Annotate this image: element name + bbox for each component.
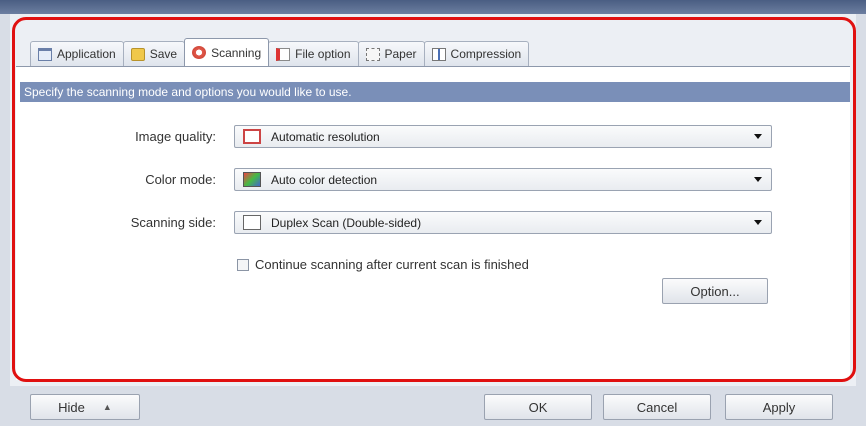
hide-button[interactable]: Hide ▲ — [30, 394, 140, 420]
tab-save[interactable]: Save — [122, 41, 186, 66]
title-bar — [0, 0, 866, 14]
hide-button-label: Hide — [58, 399, 85, 415]
scanning-side-select[interactable]: Duplex Scan (Double-sided) — [234, 211, 772, 234]
continue-scanning-checkbox[interactable] — [237, 258, 249, 271]
image-quality-select[interactable]: Automatic resolution — [234, 125, 772, 148]
continue-scanning-row[interactable]: Continue scanning after current scan is … — [237, 257, 529, 272]
application-icon — [38, 47, 52, 61]
button-bar: Hide ▲ OK Cancel Apply — [0, 386, 866, 426]
tab-label: Compression — [450, 47, 522, 61]
tab-compression[interactable]: Compression — [423, 41, 530, 66]
image-quality-icon — [243, 129, 261, 144]
apply-button[interactable]: Apply — [725, 394, 833, 420]
instruction-banner: Specify the scanning mode and options yo… — [20, 82, 850, 102]
cancel-button[interactable]: Cancel — [603, 394, 711, 420]
compression-icon — [431, 47, 446, 61]
continue-scanning-label: Continue scanning after current scan is … — [255, 257, 529, 272]
color-mode-icon — [243, 172, 261, 187]
tab-strip: Application Save Scanning File option Pa… — [30, 36, 530, 66]
tab-application[interactable]: Application — [30, 41, 124, 66]
page-icon — [243, 215, 261, 230]
tab-scanning[interactable]: Scanning — [184, 38, 270, 66]
tab-label: File option — [295, 47, 351, 61]
file-option-icon — [276, 47, 291, 61]
dropdown-arrow-icon[interactable] — [754, 134, 762, 139]
image-quality-label: Image quality: — [135, 129, 216, 144]
tab-label: Scanning — [211, 45, 262, 60]
image-quality-value: Automatic resolution — [271, 129, 380, 144]
tab-label: Save — [149, 47, 178, 61]
scanning-tab-panel: Specify the scanning mode and options yo… — [16, 66, 850, 380]
scanning-icon — [192, 46, 207, 59]
tab-paper[interactable]: Paper — [357, 41, 425, 66]
tab-file-option[interactable]: File option — [268, 41, 359, 66]
scan-settings-window: Application Save Scanning File option Pa… — [0, 0, 866, 426]
paper-icon — [365, 47, 380, 61]
dropdown-arrow-icon[interactable] — [754, 220, 762, 225]
tab-label: Application — [57, 47, 116, 61]
tab-label: Paper — [384, 47, 417, 61]
scanning-side-label: Scanning side: — [130, 215, 216, 230]
color-mode-select[interactable]: Auto color detection — [234, 168, 772, 191]
chevron-up-icon: ▲ — [102, 402, 112, 412]
option-button[interactable]: Option... — [662, 278, 768, 304]
scanning-side-value: Duplex Scan (Double-sided) — [271, 215, 422, 230]
color-mode-label: Color mode: — [145, 172, 216, 187]
color-mode-value: Auto color detection — [271, 172, 378, 187]
dropdown-arrow-icon[interactable] — [754, 177, 762, 182]
ok-button[interactable]: OK — [484, 394, 592, 420]
save-icon — [130, 47, 145, 61]
